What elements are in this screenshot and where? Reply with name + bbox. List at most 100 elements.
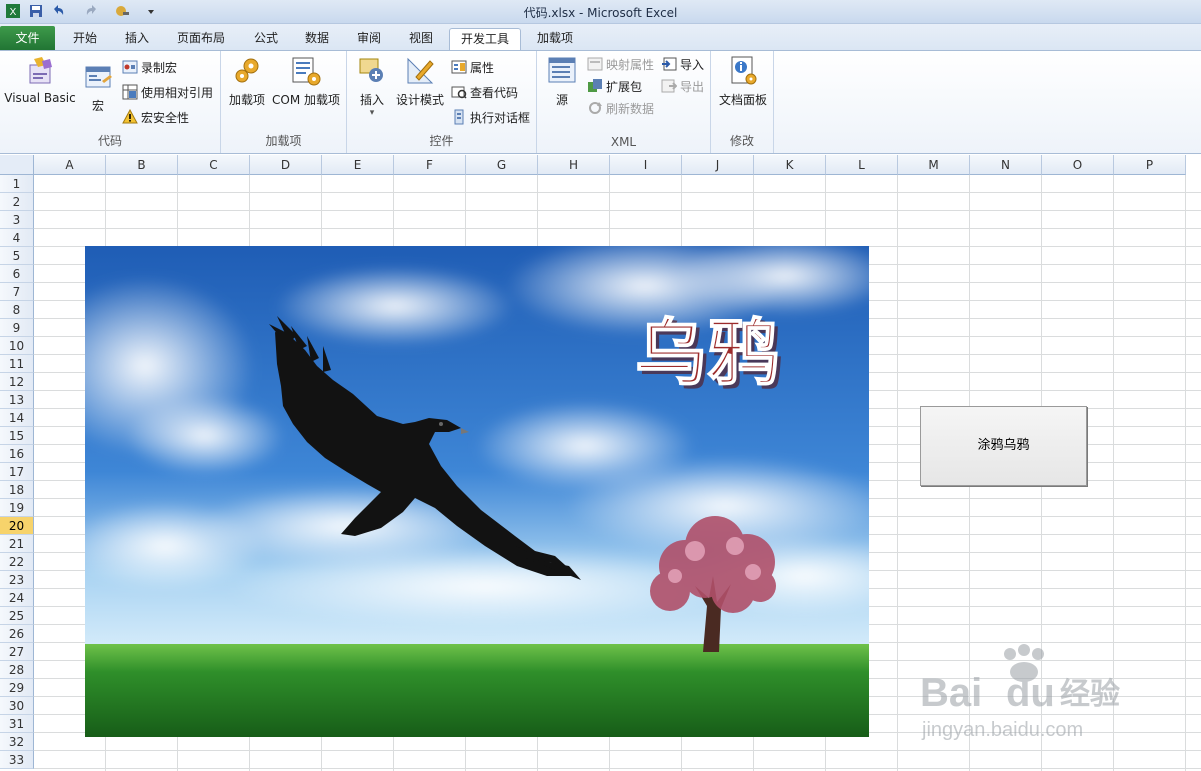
tab-addins[interactable]: 加载项 <box>527 28 583 50</box>
com-addins-button[interactable]: COM 加载项 <box>269 55 343 108</box>
row-header[interactable]: 21 <box>0 535 34 553</box>
tab-formulas[interactable]: 公式 <box>243 28 289 50</box>
tab-review[interactable]: 审阅 <box>346 28 392 50</box>
macro-security-button[interactable]: 宏安全性 <box>122 107 189 129</box>
row-header[interactable]: 3 <box>0 211 34 229</box>
column-header[interactable]: B <box>106 155 178 175</box>
column-header[interactable]: H <box>538 155 610 175</box>
run-dialog-button[interactable]: 执行对话框 <box>451 107 530 129</box>
row-header[interactable]: 23 <box>0 571 34 589</box>
row-header[interactable]: 31 <box>0 715 34 733</box>
insert-control-button[interactable]: 插入 ▾ <box>351 55 393 118</box>
doodle-crow-button[interactable]: 涂鸦乌鸦 <box>920 406 1087 486</box>
row-header[interactable]: 11 <box>0 355 34 373</box>
design-mode-label: 设计模式 <box>395 93 444 107</box>
view-code-label: 查看代码 <box>470 86 519 100</box>
row-header[interactable]: 19 <box>0 499 34 517</box>
tab-insert[interactable]: 插入 <box>114 28 160 50</box>
column-header[interactable]: F <box>394 155 466 175</box>
group-code: Visual Basic 宏 录制宏 使用相对引用 宏安全性 代码 <box>0 51 221 153</box>
column-header[interactable]: L <box>826 155 898 175</box>
addins-button[interactable]: 加载项 <box>227 55 267 108</box>
insert-control-label: 插入 <box>359 93 384 107</box>
record-macro-icon <box>122 60 138 74</box>
map-properties-button[interactable]: 映射属性 <box>587 54 654 76</box>
watermark-brand2: du <box>1006 671 1055 715</box>
column-header[interactable]: P <box>1114 155 1186 175</box>
relative-reference-icon <box>122 84 138 100</box>
tab-page-layout[interactable]: 页面布局 <box>168 28 234 50</box>
select-all-corner[interactable] <box>0 155 34 175</box>
group-xml: 源 映射属性 扩展包 刷新数据 导入 导出 XML <box>537 51 711 153</box>
embedded-picture[interactable]: 乌鸦 乌鸦 <box>85 246 869 737</box>
row-header[interactable]: 30 <box>0 697 34 715</box>
relative-reference-label: 使用相对引用 <box>141 86 214 100</box>
com-addins-label: COM 加载项 <box>272 93 340 107</box>
import-button[interactable]: 导入 <box>661 54 704 76</box>
column-header[interactable]: D <box>250 155 322 175</box>
column-header[interactable]: C <box>178 155 250 175</box>
tab-view[interactable]: 视图 <box>398 28 444 50</box>
expansion-packs-button[interactable]: 扩展包 <box>587 76 642 98</box>
gears-icon <box>235 58 259 83</box>
row-header[interactable]: 5 <box>0 247 34 265</box>
row-header[interactable]: 4 <box>0 229 34 247</box>
row-header[interactable]: 8 <box>0 301 34 319</box>
column-header[interactable]: I <box>610 155 682 175</box>
properties-button[interactable]: 属性 <box>451 57 494 79</box>
row-header[interactable]: 1 <box>0 175 34 193</box>
row-header[interactable]: 16 <box>0 445 34 463</box>
column-header[interactable]: G <box>466 155 538 175</box>
document-panel-button[interactable]: 文档面板 <box>715 55 771 108</box>
row-header[interactable]: 22 <box>0 553 34 571</box>
group-code-label: 代码 <box>97 134 122 148</box>
design-mode-icon <box>407 57 434 84</box>
row-header[interactable]: 9 <box>0 319 34 337</box>
row-header[interactable]: 15 <box>0 427 34 445</box>
view-code-button[interactable]: 查看代码 <box>451 82 518 104</box>
row-header[interactable]: 2 <box>0 193 34 211</box>
row-header[interactable]: 26 <box>0 625 34 643</box>
row-header[interactable]: 24 <box>0 589 34 607</box>
row-header[interactable]: 17 <box>0 463 34 481</box>
row-header[interactable]: 14 <box>0 409 34 427</box>
row-header[interactable]: 12 <box>0 373 34 391</box>
tab-data[interactable]: 数据 <box>294 28 340 50</box>
xml-source-button[interactable]: 源 <box>543 55 581 108</box>
tab-home[interactable]: 开始 <box>62 28 108 50</box>
relative-reference-button[interactable]: 使用相对引用 <box>122 82 213 104</box>
column-header[interactable]: E <box>322 155 394 175</box>
document-panel-icon <box>731 56 757 85</box>
properties-label: 属性 <box>470 61 495 75</box>
tab-file[interactable]: 文件 <box>0 26 55 50</box>
row-header[interactable]: 27 <box>0 643 34 661</box>
column-header[interactable]: K <box>754 155 826 175</box>
record-macro-button[interactable]: 录制宏 <box>122 57 177 79</box>
row-header[interactable]: 13 <box>0 391 34 409</box>
visual-basic-icon <box>29 57 52 84</box>
row-header[interactable]: 18 <box>0 481 34 499</box>
column-header[interactable]: N <box>970 155 1042 175</box>
visual-basic-button[interactable]: Visual Basic <box>4 55 76 105</box>
design-mode-button[interactable]: 设计模式 <box>393 55 447 108</box>
refresh-data-button[interactable]: 刷新数据 <box>587 98 654 120</box>
row-header[interactable]: 25 <box>0 607 34 625</box>
column-header[interactable]: J <box>682 155 754 175</box>
row-header[interactable]: 32 <box>0 733 34 751</box>
row-header[interactable]: 29 <box>0 679 34 697</box>
export-button[interactable]: 导出 <box>661 76 704 98</box>
column-header[interactable]: O <box>1042 155 1114 175</box>
refresh-icon <box>589 102 602 114</box>
row-header[interactable]: 6 <box>0 265 34 283</box>
row-header[interactable]: 7 <box>0 283 34 301</box>
baidu-paw-icon: Bai du 经验 jingyan.baidu.com <box>920 644 1120 741</box>
column-header[interactable]: A <box>34 155 106 175</box>
row-header[interactable]: 10 <box>0 337 34 355</box>
tab-developer[interactable]: 开发工具 <box>449 28 521 50</box>
macros-button[interactable]: 宏 <box>80 61 116 114</box>
row-header[interactable]: 20 <box>0 517 34 535</box>
row-header[interactable]: 33 <box>0 751 34 769</box>
column-header[interactable]: M <box>898 155 970 175</box>
row-header[interactable]: 28 <box>0 661 34 679</box>
warning-icon <box>122 109 138 124</box>
